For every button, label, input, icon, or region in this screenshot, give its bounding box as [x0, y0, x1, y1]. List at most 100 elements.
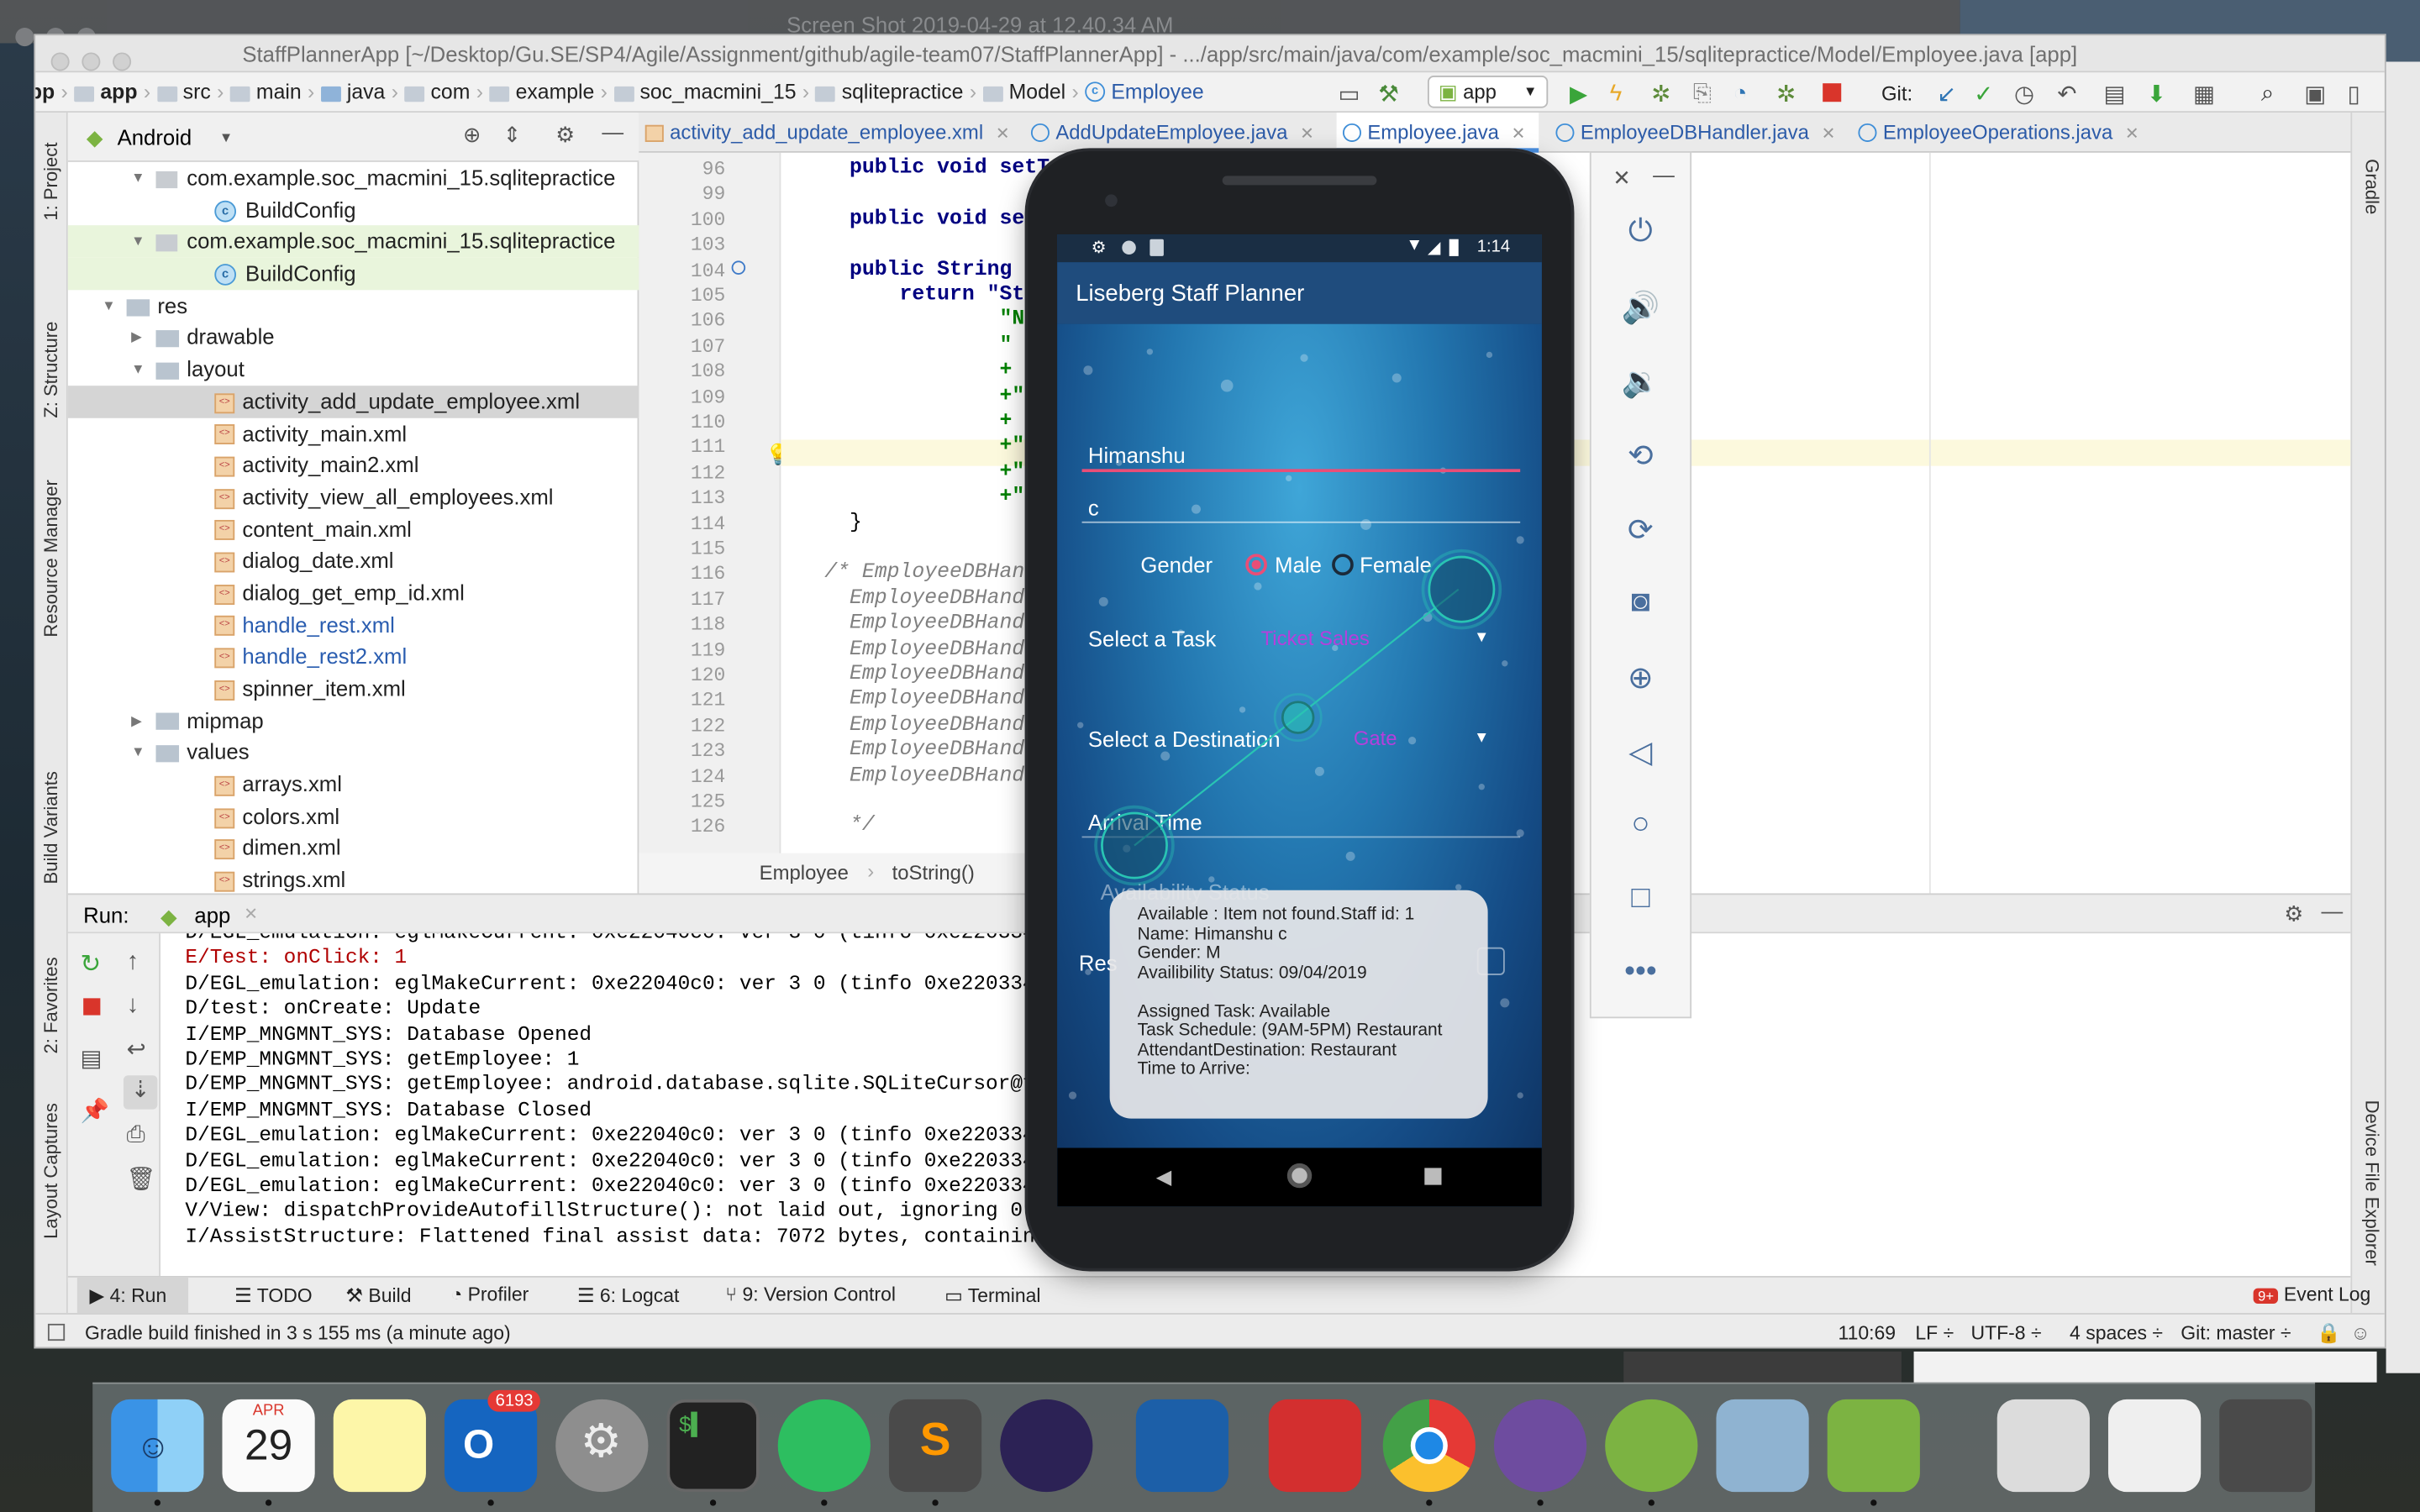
indent[interactable]: 4 spaces ÷ — [2070, 1322, 2163, 1344]
hammer-icon[interactable]: ⚒ — [1378, 81, 1399, 108]
notes-icon[interactable] — [333, 1399, 426, 1493]
home-icon[interactable]: ○ — [1591, 807, 1691, 843]
chevron-down-icon[interactable]: ▼ — [219, 129, 233, 144]
tool-profiler[interactable]: ◔ Profiler — [450, 1284, 529, 1305]
chevron-right-icon[interactable]: ▶ — [131, 322, 142, 354]
tree-item[interactable]: ▼ com.example.soc_macmini_15.sqlitepracti… — [67, 225, 639, 258]
tree-item[interactable]: <> colors.xml — [68, 801, 639, 832]
run-config-select[interactable]: ▣ app ▼ — [1427, 76, 1549, 108]
more-icon[interactable]: ••• — [1591, 955, 1691, 990]
close-icon[interactable]: ✕ — [2125, 125, 2139, 144]
chrome-icon[interactable] — [1382, 1399, 1476, 1493]
tab-employee-java[interactable]: Employee.java ✕ — [1336, 113, 1539, 153]
close-icon[interactable]: ✕ — [1300, 125, 1314, 144]
tree-item[interactable]: <> activity_main.xml — [68, 417, 639, 449]
restore-layout-icon[interactable]: ▤ — [81, 1044, 103, 1072]
tree-item[interactable]: <> strings.xml — [68, 864, 639, 896]
footer-method[interactable]: toString() — [892, 861, 975, 885]
caret-position[interactable]: 110:69 — [1839, 1322, 1897, 1344]
chevron-down-icon[interactable]: ▼ — [131, 162, 145, 194]
close-icon[interactable]: ✕ — [1512, 125, 1526, 144]
tool-terminal[interactable]: ▭ Terminal — [944, 1284, 1040, 1307]
tree-item[interactable]: <> handle_rest.xml — [68, 609, 639, 641]
minimize-icon[interactable]: — — [1653, 162, 1675, 186]
soft-wrap-icon[interactable]: ↩ — [127, 1035, 146, 1063]
sublime-text-icon[interactable]: S — [888, 1399, 982, 1493]
hide-icon[interactable]: — — [602, 118, 623, 143]
github-desktop-icon[interactable] — [1493, 1399, 1587, 1493]
tree-item[interactable]: <> activity_view_all_employees.xml — [68, 481, 639, 513]
rotate-left-icon[interactable]: ⟲ — [1591, 437, 1691, 475]
stop-icon[interactable] — [1823, 83, 1842, 102]
breadcrumb-employee[interactable]: Employee — [1111, 81, 1203, 104]
tree-item[interactable]: ▼ values — [68, 737, 639, 769]
finder-icon[interactable]: ☺ — [111, 1399, 204, 1493]
back-icon[interactable]: ◀ — [1156, 1165, 1171, 1189]
chevron-right-icon[interactable]: ▶ — [131, 705, 142, 737]
breadcrumb-main[interactable]: main — [256, 81, 302, 104]
breadcrumb-com[interactable]: com — [431, 81, 471, 104]
scroll-to-end-icon[interactable]: ⇣ — [123, 1075, 158, 1110]
run-tab-app[interactable]: app — [194, 902, 230, 927]
git-commit-icon[interactable]: ✓ — [1974, 81, 1993, 108]
tree-item[interactable]: c BuildConfig — [67, 257, 639, 290]
tool-gradle[interactable]: Gradle — [2361, 159, 2383, 214]
profile-icon[interactable]: ◔ — [1733, 81, 1748, 107]
pin-icon[interactable]: 📌 — [81, 1097, 109, 1125]
breadcrumb-project[interactable]: pp — [35, 81, 55, 104]
rerun-icon[interactable]: ↻ — [81, 949, 102, 980]
locate-icon[interactable]: ⊕ — [463, 122, 481, 148]
layout-inspector-icon[interactable]: ▣ — [2304, 81, 2326, 108]
tool-version-control[interactable]: ⑂ 9: Version Control — [725, 1284, 896, 1305]
camera-icon[interactable]: ◙ — [1591, 585, 1691, 620]
virtualbox-icon[interactable] — [1135, 1399, 1229, 1493]
tree-item[interactable]: <> activity_add_update_employee.xml — [67, 385, 639, 417]
gear-icon[interactable]: ⚙ — [2284, 901, 2303, 927]
evernote-icon[interactable] — [777, 1399, 871, 1493]
print-icon[interactable]: ⎙ — [127, 1121, 145, 1147]
stop-icon[interactable] — [83, 998, 101, 1016]
tree-item[interactable]: ▼ com.example.soc_macmini_15.sqlitepracti… — [68, 162, 639, 194]
home-icon[interactable] — [1286, 1163, 1313, 1189]
tool-logcat[interactable]: ☰ 6: Logcat — [577, 1284, 679, 1307]
tree-item[interactable]: ▼ layout — [68, 354, 639, 386]
tree-item[interactable]: <> activity_main2.xml — [68, 449, 639, 481]
chevron-down-icon[interactable]: ▼ — [131, 354, 145, 386]
recents-icon[interactable] — [1424, 1168, 1442, 1185]
project-structure-icon[interactable]: ▦ — [2193, 81, 2215, 108]
project-view-select[interactable]: Android — [118, 125, 192, 150]
eclipse-icon[interactable] — [1000, 1399, 1093, 1493]
tool-run[interactable]: ▶ 4: Run — [90, 1284, 167, 1307]
terminal-icon[interactable]: $▍ — [666, 1399, 760, 1493]
encoding[interactable]: UTF-8 ÷ — [1971, 1322, 2042, 1344]
breadcrumb-src[interactable]: src — [183, 81, 211, 104]
overview-icon[interactable]: □ — [1591, 881, 1691, 916]
avd-manager-icon[interactable]: ▤ — [2103, 81, 2125, 108]
hide-icon[interactable]: — — [2321, 898, 2343, 922]
tree-item[interactable]: <> arrays.xml — [68, 769, 639, 801]
chevron-down-icon[interactable]: ▼ — [102, 290, 115, 322]
acrobat-icon[interactable] — [1268, 1399, 1362, 1493]
trash-icon[interactable]: 🗑 — [127, 1165, 156, 1193]
downloads-stack-icon[interactable] — [1996, 1399, 2090, 1493]
documents-stack-icon[interactable] — [2107, 1399, 2202, 1493]
event-log[interactable]: 9+ Event Log — [2253, 1284, 2370, 1305]
run-icon[interactable]: ▶ — [1570, 81, 1587, 108]
tool-device-file-explorer[interactable]: Device File Explorer — [2361, 1100, 2383, 1266]
history-icon[interactable]: ◷ — [2014, 81, 2034, 108]
arrow-down-icon[interactable]: ↓ — [127, 992, 139, 1020]
close-icon[interactable]: ✕ — [244, 904, 258, 924]
rotate-right-icon[interactable]: ⟳ — [1591, 511, 1691, 549]
tree-item[interactable]: ▶ mipmap — [68, 705, 639, 737]
tree-item[interactable]: ▼ res — [68, 290, 639, 322]
emulator-screen[interactable]: ⚙ ▼ ◢ 1:14 Liseberg Staff Planner Himans… — [1057, 234, 1542, 1207]
tree-item[interactable]: <> content_main.xml — [68, 513, 639, 545]
footer-class[interactable]: Employee — [760, 861, 849, 885]
tool-build-variants[interactable]: Build Variants — [40, 771, 62, 884]
code-line[interactable]: } — [799, 512, 862, 535]
apply-changes-icon[interactable]: ϟ — [1610, 81, 1623, 107]
arrow-up-icon[interactable]: ↑ — [127, 949, 139, 977]
tree-item[interactable]: <> dialog_date.xml — [68, 545, 639, 577]
preview-icon[interactable] — [1716, 1399, 1809, 1493]
chevron-down-icon[interactable]: ▼ — [131, 226, 145, 258]
